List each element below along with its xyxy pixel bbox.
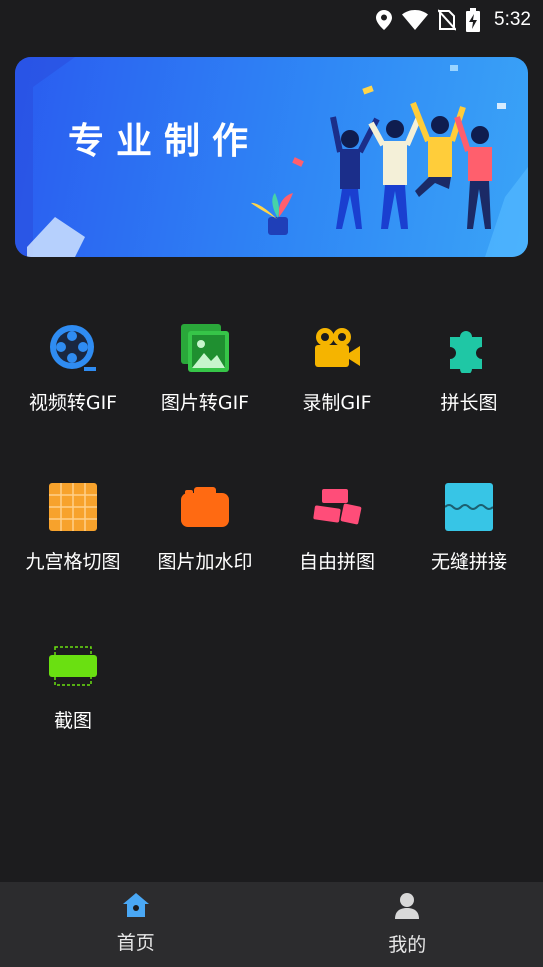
tool-label: 无缝拼接 xyxy=(430,551,507,573)
collage-icon xyxy=(311,481,363,533)
screenshot-icon xyxy=(47,640,99,692)
tool-label: 九宫格切图 xyxy=(25,551,121,573)
tool-long-image[interactable]: 拼长图 xyxy=(403,322,535,442)
status-time: 5:32 xyxy=(494,9,531,30)
location-icon xyxy=(376,10,393,30)
tool-label: 自由拼图 xyxy=(298,551,375,573)
tool-label: 拼长图 xyxy=(440,392,498,414)
wifi-icon xyxy=(402,10,429,30)
no-sim-icon xyxy=(438,9,457,31)
promo-banner[interactable]: 专业制作 xyxy=(15,57,528,257)
nav-home[interactable]: 首页 xyxy=(0,882,272,967)
tool-label: 截图 xyxy=(53,710,92,732)
home-icon xyxy=(122,892,150,922)
tool-label: 录制GIF xyxy=(302,392,372,414)
banner-title: 专业制作 xyxy=(68,121,261,162)
nav-mine[interactable]: 我的 xyxy=(272,882,543,967)
tool-nine-grid[interactable]: 九宫格切图 xyxy=(7,481,139,601)
tool-record-gif[interactable]: 录制GIF xyxy=(271,322,403,442)
puzzle-icon xyxy=(443,322,495,374)
camera-icon xyxy=(179,481,231,533)
user-icon xyxy=(394,892,420,924)
tool-watermark[interactable]: 图片加水印 xyxy=(139,481,271,601)
tool-free-collage[interactable]: 自由拼图 xyxy=(271,481,403,601)
tool-seamless-stitch[interactable]: 无缝拼接 xyxy=(403,481,535,601)
images-icon xyxy=(179,322,231,374)
battery-charging-icon xyxy=(466,8,481,32)
video-camera-icon xyxy=(311,322,363,374)
bottom-nav: 首页 我的 xyxy=(0,882,543,967)
tool-image-to-gif[interactable]: 图片转GIF xyxy=(139,322,271,442)
nav-mine-label: 我的 xyxy=(388,934,427,956)
film-reel-icon xyxy=(47,322,99,374)
wave-icon xyxy=(443,481,495,533)
tool-label: 图片加水印 xyxy=(157,551,253,573)
tool-label: 图片转GIF xyxy=(160,392,250,414)
tool-label: 视频转GIF xyxy=(28,392,118,414)
nav-home-label: 首页 xyxy=(116,932,155,954)
grid-icon xyxy=(47,481,99,533)
status-bar: 5:32 xyxy=(0,0,543,40)
tool-video-to-gif[interactable]: 视频转GIF xyxy=(7,322,139,442)
tool-screenshot[interactable]: 截图 xyxy=(7,640,139,760)
